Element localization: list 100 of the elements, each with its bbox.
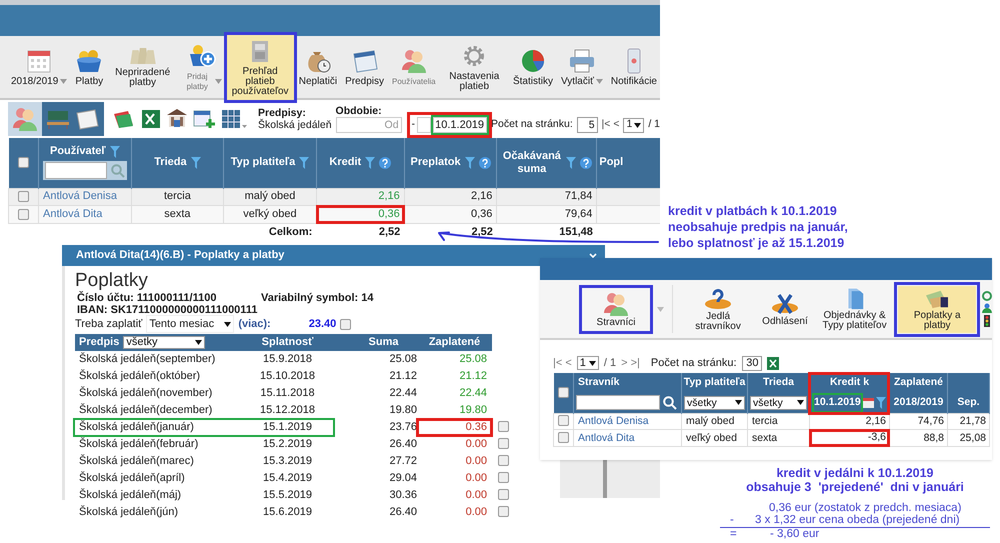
table-cell: 22.44 — [459, 386, 487, 399]
toolbar-button[interactable]: Platby — [72, 44, 106, 90]
toolbar-button[interactable]: Objednávky & Typy platiteľov — [814, 285, 894, 333]
toolbar-button[interactable]: Pridaj platby — [178, 40, 225, 94]
checkbox[interactable] — [498, 489, 509, 500]
toolbar-button[interactable]: Predpisy — [342, 44, 387, 90]
table-icon — [220, 108, 248, 130]
page-select[interactable]: 1 — [623, 118, 644, 132]
search-icon — [110, 164, 125, 178]
checkbox[interactable] — [498, 421, 509, 432]
column-header: Typ platiteľa — [684, 376, 746, 388]
filter-icon — [190, 156, 201, 169]
checkbox[interactable] — [558, 386, 569, 398]
toolbar-button[interactable]: Stravníci — [583, 288, 649, 330]
pot-plus-icon — [188, 42, 216, 68]
toolbar-button[interactable]: Prehľad platieb používateľov — [226, 34, 294, 100]
table-cell: 88,8 — [890, 430, 948, 446]
toolbar-button[interactable]: Neplatiči — [296, 44, 340, 90]
checkbox[interactable] — [498, 472, 509, 484]
people-icon — [12, 106, 38, 132]
filter-select[interactable]: všetky — [750, 396, 807, 410]
checkbox[interactable] — [498, 438, 509, 450]
value: Školská jedáleň — [258, 119, 332, 131]
toolbar-button[interactable]: Odhlásení — [759, 290, 811, 328]
page-total: / 1 — [648, 117, 660, 132]
table-cell: 19.80 — [350, 402, 417, 418]
checkbox[interactable] — [18, 191, 29, 202]
more-link[interactable]: (viac): — [238, 316, 271, 332]
desks-icon — [45, 108, 71, 130]
column-header: Očakávaná suma — [502, 150, 562, 176]
table-cell-text: 15.2.2019 — [262, 436, 313, 452]
filter-icon — [365, 156, 376, 169]
table-cell: malý obed — [682, 413, 748, 430]
checkbox[interactable] — [498, 506, 509, 518]
pager-link[interactable]: > >| — [621, 354, 640, 372]
caret-icon — [588, 360, 596, 366]
annotation-text: kredit v platbách k 10.1.2019 — [668, 203, 838, 219]
table-cell-text: 15.4.2019 — [262, 470, 313, 486]
table-cell: veľký obed — [224, 206, 316, 223]
column-header: Zaplatené — [428, 336, 480, 348]
column-header: Používateľ — [50, 145, 106, 158]
table-cell-text: 27.72 — [388, 454, 417, 468]
coin-pot-icon — [75, 48, 104, 74]
bread-icon — [703, 286, 734, 310]
input-field[interactable] — [417, 117, 432, 133]
bank-icon — [166, 108, 188, 130]
filter-select[interactable]: všetky — [684, 396, 745, 410]
toolbar-button[interactable]: Vytlačiť — [558, 44, 606, 90]
help-icon — [379, 156, 392, 169]
per-page-field[interactable]: 30 — [742, 356, 762, 370]
pager-link[interactable]: |< < — [553, 354, 572, 372]
column-header: Stravník — [578, 376, 620, 388]
filter-icon — [110, 146, 120, 158]
variable-symbol: Variabilný symbol: 14 — [261, 292, 374, 304]
checkbox[interactable] — [558, 432, 569, 443]
calculation-line: - 3,60 eur — [769, 528, 820, 540]
printer-icon — [568, 48, 596, 74]
table-cell: sexta — [131, 206, 224, 223]
toolbar-button[interactable]: Notifikácie — [608, 44, 660, 90]
table-cell: 0.00 — [466, 488, 487, 501]
label: Počet na stránku: — [650, 356, 736, 371]
toolbar-button[interactable]: Štatistiky — [510, 44, 556, 90]
search-field[interactable] — [576, 395, 660, 410]
page-select[interactable]: 1 — [576, 356, 599, 370]
toolbar-button[interactable]: Poplatky a platby — [898, 286, 976, 332]
table-cell: Antlová Dita — [38, 206, 132, 223]
toolbar-button[interactable]: Nepriradené platby — [108, 44, 177, 90]
table-cell: 19.80 — [459, 404, 487, 416]
table-cell: Školská jedáleň(november) — [79, 386, 212, 399]
pager-link[interactable]: |< < — [602, 117, 620, 133]
filter-icon — [876, 396, 886, 409]
table-cell-text: 30.36 — [388, 488, 417, 502]
search-field[interactable] — [45, 162, 107, 180]
toolbar-button[interactable]: Jedlá stravníkov — [680, 284, 756, 334]
date-field[interactable]: 10.1.2019 — [433, 117, 488, 133]
checkbox[interactable] — [498, 455, 509, 466]
per-page-field[interactable]: 5 — [576, 117, 598, 133]
table-cell: Školská jedáleň(január) — [79, 420, 194, 433]
table-cell-text: 21.12 — [388, 368, 417, 384]
toolbar-button[interactable]: Nastavenia platieb — [440, 40, 508, 94]
toolbar-button[interactable]: 2018/2019 — [8, 44, 70, 90]
checkbox[interactable] — [18, 208, 29, 220]
filter-icon — [566, 156, 576, 169]
checkbox[interactable] — [340, 318, 352, 330]
filter-icon — [464, 156, 475, 169]
refresh-icon — [982, 291, 992, 301]
filter-icon — [299, 156, 310, 169]
date-value[interactable]: 10.1.2019 — [814, 396, 861, 408]
spreadsheet-stack-icon — [112, 108, 136, 130]
total-value: 2,52 — [316, 223, 404, 240]
date-field[interactable]: Od — [336, 117, 402, 133]
toolbar-button[interactable]: Používatelia — [388, 44, 439, 90]
filter-select[interactable]: všetky — [123, 336, 206, 349]
checkbox[interactable] — [18, 157, 29, 168]
period-select[interactable]: Tento mesiac — [146, 314, 234, 334]
checkbox[interactable] — [558, 415, 569, 426]
total-label: Celkom: — [224, 223, 316, 240]
table-cell-text: 22.44 — [388, 386, 417, 400]
total-value: 151,48 — [496, 223, 597, 240]
table-cell-text: 15.12.2018 — [258, 402, 316, 418]
